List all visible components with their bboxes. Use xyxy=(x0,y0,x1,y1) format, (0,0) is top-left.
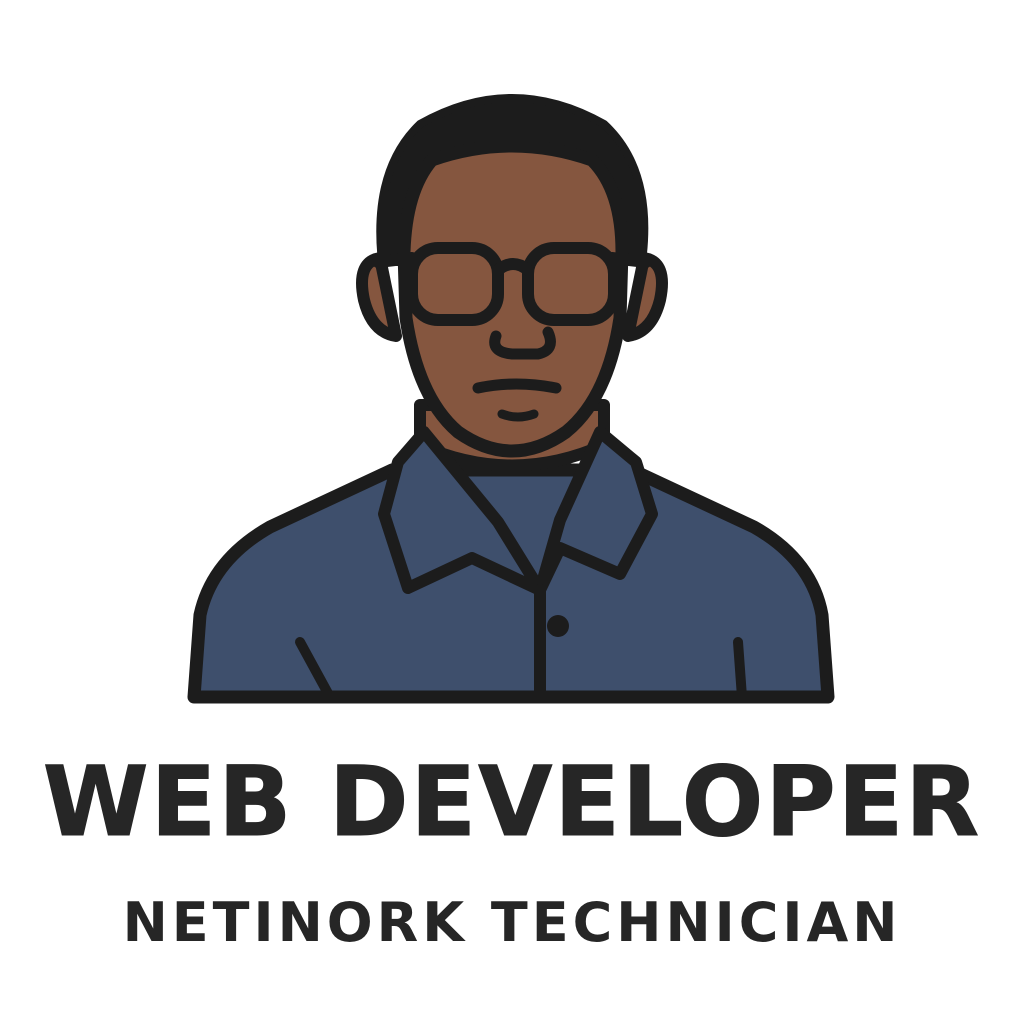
ear-left xyxy=(356,252,402,342)
chin xyxy=(497,409,539,422)
mouth xyxy=(472,378,562,394)
job-subtitle: NETINORK TECHNICIAN xyxy=(122,891,902,954)
avatar xyxy=(187,94,835,704)
job-title: WEB DEVELOPER xyxy=(42,746,982,859)
shirt-button xyxy=(547,615,569,637)
avatar-illustration xyxy=(187,94,835,704)
shirt xyxy=(187,463,835,704)
face xyxy=(397,139,629,458)
ear-right xyxy=(622,252,668,342)
shirt-crease-right xyxy=(733,637,747,702)
